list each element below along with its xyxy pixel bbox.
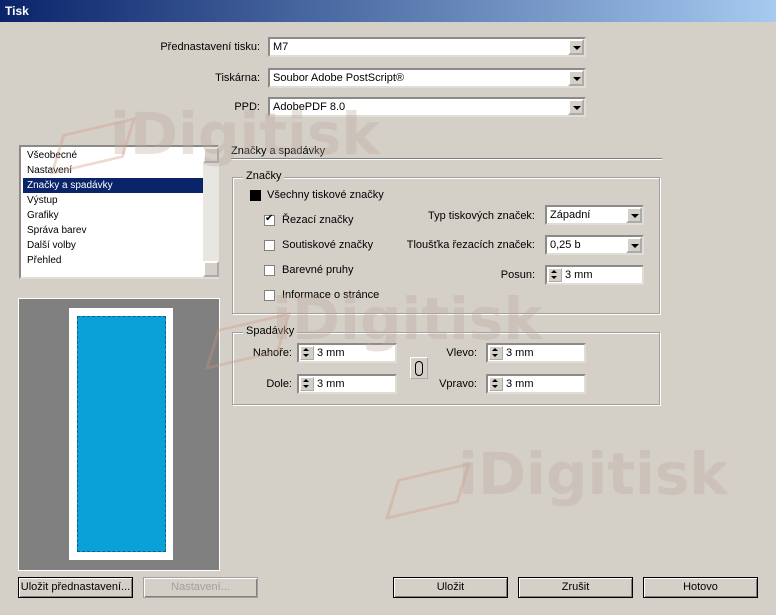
title-bar: Tisk <box>0 0 776 22</box>
page-info-label: Informace o stránce <box>282 289 380 301</box>
spin-arrows-icon[interactable] <box>489 346 503 360</box>
spin-arrows-icon[interactable] <box>548 268 562 282</box>
preset-select[interactable]: M7 <box>268 37 586 57</box>
bleed-right-stepper[interactable]: 3 mm <box>486 374 586 394</box>
sidebar-item-dalsi-volby[interactable]: Další volby <box>25 238 76 253</box>
sidebar-item-vseobecne[interactable]: Všeobecné <box>25 148 77 163</box>
registration-marks-checkbox[interactable] <box>264 240 275 251</box>
chevron-down-icon[interactable] <box>626 207 642 223</box>
registration-marks-label: Soutiskové značky <box>282 239 374 251</box>
offset-value: 3 mm <box>565 269 593 281</box>
bleed-bottom-label: Dole: <box>266 378 292 390</box>
chain-link-icon <box>415 361 423 376</box>
spin-arrows-icon[interactable] <box>489 377 503 391</box>
mark-type-label: Typ tiskových značek: <box>428 210 535 222</box>
crop-weight-label: Tloušťka řezacích značek: <box>406 239 535 251</box>
ppd-label: PPD: <box>234 101 260 113</box>
sidebar-item-nastaveni[interactable]: Nastavení <box>25 163 72 178</box>
sidebar-item-vystup[interactable]: Výstup <box>25 193 58 208</box>
section-title: Značky a spadávky <box>231 145 326 157</box>
spin-arrows-icon[interactable] <box>300 377 314 391</box>
chevron-down-icon[interactable] <box>568 70 584 86</box>
crop-weight-select[interactable]: 0,25 b <box>545 235 644 255</box>
sidebar-item-grafiky[interactable]: Grafiky <box>25 208 59 223</box>
link-bleed-button[interactable] <box>410 357 428 379</box>
preset-label: Přednastavení tisku: <box>160 41 260 53</box>
sidebar-item-prehled[interactable]: Přehled <box>25 253 61 268</box>
cancel-button[interactable]: Zrušit <box>518 577 633 598</box>
scrollbar[interactable] <box>203 147 219 277</box>
bleed-left-value: 3 mm <box>506 347 534 359</box>
bleed-top-value: 3 mm <box>317 347 345 359</box>
bleed-left-label: Vlevo: <box>446 347 477 359</box>
bleed-bottom-stepper[interactable]: 3 mm <box>297 374 397 394</box>
crop-marks-label: Řezací značky <box>282 214 354 226</box>
offset-label: Posun: <box>500 269 535 281</box>
scroll-down-button[interactable] <box>203 261 219 277</box>
printer-label: Tiskárna: <box>215 72 260 84</box>
watermark-logo <box>384 462 472 520</box>
bleed-group-title: Spadávky <box>243 325 298 337</box>
mark-type-select[interactable]: Západní <box>545 205 644 225</box>
page-info-checkbox[interactable] <box>264 290 275 301</box>
all-marks-checkbox[interactable] <box>250 190 261 201</box>
watermark-text: iDigitisk <box>458 440 729 508</box>
preview-page-area <box>77 316 166 552</box>
bleed-right-label: Vpravo: <box>439 378 477 390</box>
printer-value: Soubor Adobe PostScript® <box>273 72 405 84</box>
save-button[interactable]: Uložit <box>393 577 508 598</box>
color-bars-checkbox[interactable] <box>264 265 275 276</box>
bleed-bottom-value: 3 mm <box>317 378 345 390</box>
chevron-down-icon[interactable] <box>568 39 584 55</box>
bleed-top-stepper[interactable]: 3 mm <box>297 343 397 363</box>
category-list[interactable]: Všeobecné Nastavení Značky a spadávky Vý… <box>19 145 219 279</box>
bleed-right-value: 3 mm <box>506 378 534 390</box>
save-preset-button[interactable]: Uložit přednastavení... <box>18 577 133 598</box>
mark-type-value: Západní <box>550 209 591 221</box>
window-title: Tisk <box>5 4 29 18</box>
done-button[interactable]: Hotovo <box>643 577 758 598</box>
bleed-top-label: Nahoře: <box>252 347 292 359</box>
sidebar-item-znacky-a-spadavky[interactable]: Značky a spadávky <box>23 178 205 193</box>
ppd-value: AdobePDF 8.0 <box>273 101 346 113</box>
chevron-down-icon[interactable] <box>626 237 642 253</box>
preset-value: M7 <box>273 41 289 53</box>
preview-sheet <box>69 308 173 560</box>
setup-button[interactable]: Nastavení... <box>143 577 258 598</box>
offset-stepper[interactable]: 3 mm <box>545 265 644 285</box>
marks-group-title: Značky <box>243 170 285 182</box>
crop-weight-value: 0,25 b <box>550 239 581 251</box>
all-marks-label: Všechny tiskové značky <box>267 189 384 201</box>
sidebar-item-sprava-barev[interactable]: Správa barev <box>25 223 86 238</box>
page-preview <box>18 298 220 571</box>
section-divider <box>231 158 662 160</box>
color-bars-label: Barevné pruhy <box>282 264 354 276</box>
scroll-up-button[interactable] <box>203 147 219 163</box>
chevron-down-icon[interactable] <box>568 99 584 115</box>
printer-select[interactable]: Soubor Adobe PostScript® <box>268 68 586 88</box>
bleed-left-stepper[interactable]: 3 mm <box>486 343 586 363</box>
spin-arrows-icon[interactable] <box>300 346 314 360</box>
crop-marks-checkbox[interactable] <box>264 213 275 226</box>
ppd-select[interactable]: AdobePDF 8.0 <box>268 97 586 117</box>
